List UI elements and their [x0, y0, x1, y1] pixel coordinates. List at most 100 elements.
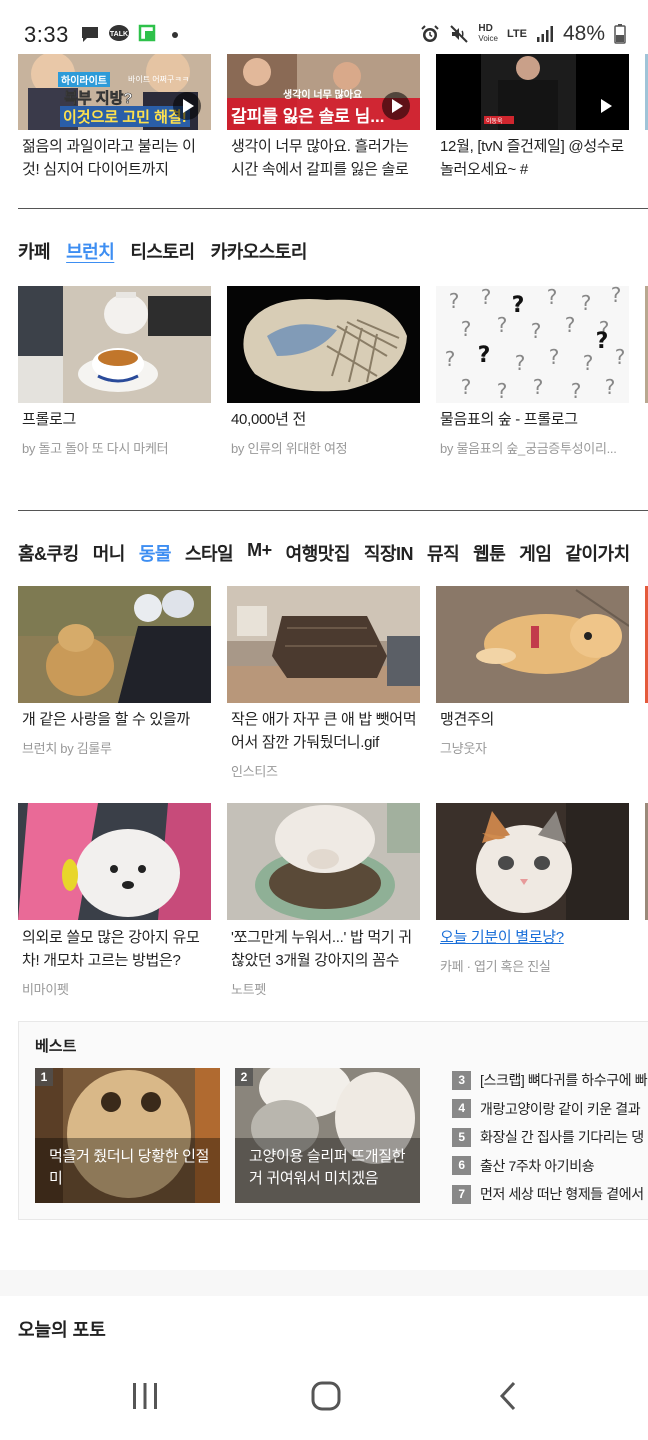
blog-card-3-source: by 물음표의 숲_궁금증투성이리... — [440, 441, 617, 456]
status-bar: 3:33 TALK HD Voice LTE 48% — [0, 0, 648, 54]
alarm-icon — [421, 25, 440, 42]
best-list-item-6[interactable]: 6 출산 7주차 아기비숑 — [452, 1152, 647, 1181]
best-list-item-5[interactable]: 5 화장실 간 집사를 기다리는 댕 — [452, 1123, 647, 1152]
tab-game[interactable]: 게임 — [519, 540, 552, 566]
best-section: 베스트 1 먹을거 줬더니 당황한 인절미 2 고양이용 슬리퍼 뜨개질한거 귀… — [18, 1021, 648, 1220]
svg-text:?: ? — [481, 286, 492, 309]
animal-card-1-image[interactable] — [18, 586, 211, 703]
dog-shadow-image — [18, 586, 211, 703]
tab-tistory[interactable]: 티스토리 — [130, 238, 195, 264]
puppy-bowl-image — [227, 803, 420, 920]
best-card-2-caption: 고양이용 슬리퍼 뜨개질한거 귀여워서 미치겠음 — [249, 1148, 406, 1187]
animal-card-5-title[interactable]: '쪼그만게 누워서...' 밥 먹기 귀찮았던 3개월 강아지의 꼼수 — [231, 926, 417, 972]
section-divider — [18, 208, 648, 209]
animal-card-2-source: 인스티즈 — [231, 764, 278, 779]
video-thumb-2-text1: 생각이 너무 많아요 — [283, 90, 363, 101]
tab-money[interactable]: 머니 — [93, 540, 126, 566]
blog-card-1-source: by 돌고 돌아 또 다시 마케터 — [22, 441, 169, 456]
recent-apps-icon — [133, 1383, 157, 1409]
tab-mplus[interactable]: M+ — [247, 540, 272, 566]
rank-text: 먼저 세상 떠난 형제들 곁에서 — [480, 1186, 644, 1203]
animal-card-1-title[interactable]: 개 같은 사랑을 할 수 있을까 — [22, 708, 208, 731]
tab-together[interactable]: 같이가치 — [565, 540, 630, 566]
best-rank-1: 1 — [35, 1068, 53, 1086]
animal-card-3-title[interactable]: 맹견주의 — [440, 708, 626, 731]
rank-number: 7 — [452, 1184, 471, 1204]
tab-travel-food[interactable]: 여행맛집 — [286, 540, 351, 566]
dog-stroller-image — [18, 803, 211, 920]
animal-card-4-image[interactable] — [18, 803, 211, 920]
video-thumb-3[interactable]: 이동욱 — [436, 54, 629, 130]
artifact-image — [227, 286, 420, 403]
category-tabs: 홈&쿠킹 머니 동물 스타일 M+ 여행맛집 직장IN 뮤직 웹툰 게임 같이가… — [18, 540, 644, 566]
blog-card-3-image[interactable]: ?????? ????? ?????? ????? ??? — [436, 286, 629, 403]
tab-music[interactable]: 뮤직 — [427, 540, 460, 566]
video-title-1[interactable]: 젊음의 과일이라고 불리는 이것! 심지어 다이어트까지 — [22, 135, 210, 181]
video-thumb-2[interactable]: 생각이 너무 많아요 갈피를 잃은 솔로 님... — [227, 54, 420, 130]
tab-webtoon[interactable]: 웹툰 — [473, 540, 506, 566]
play-icon — [382, 92, 410, 120]
blog-card-1-image[interactable] — [18, 286, 211, 403]
kakaotalk-icon: TALK — [109, 25, 129, 41]
video-thumb-1-tag2: 바이트 어쩌구ㅋㅋ — [128, 75, 190, 84]
notification-icons: TALK — [80, 24, 182, 44]
animal-card-6-source: 카페 · 엽기 혹은 진실 — [440, 959, 551, 974]
best-list-item-7[interactable]: 7 먼저 세상 떠난 형제들 곁에서 — [452, 1180, 647, 1209]
animal-card-5-image[interactable] — [227, 803, 420, 920]
play-icon — [591, 92, 619, 120]
svg-text:?: ? — [565, 313, 576, 337]
tab-home-cooking[interactable]: 홈&쿠킹 — [18, 540, 79, 566]
animal-card-3-image[interactable] — [436, 586, 629, 703]
animal-card-2-image[interactable] — [227, 586, 420, 703]
home-icon — [311, 1381, 341, 1411]
tab-kakaostory[interactable]: 카카오스토리 — [211, 238, 308, 264]
home-button[interactable] — [302, 1376, 350, 1416]
voice-label: Voice — [478, 34, 498, 43]
best-list-item-4[interactable]: 4 개랑고양이랑 같이 키운 결과 — [452, 1095, 647, 1124]
video-thumb-1[interactable]: 하이라이트 바이트 어쩌구ㅋㅋ 복부 지방? 이것으로 고민 해결! — [18, 54, 211, 130]
animal-card-1-source: 브런치 by 김룰루 — [22, 741, 112, 756]
tab-work[interactable]: 직장IN — [364, 540, 414, 566]
back-button[interactable] — [484, 1376, 532, 1416]
video-title-2[interactable]: 생각이 너무 많아요. 흘러가는 시간 속에서 갈피를 잃은 솔로 — [231, 135, 417, 181]
tea-image — [18, 286, 211, 403]
lte-label: LTE — [507, 28, 527, 40]
animal-card-5-source: 노트펫 — [231, 982, 266, 997]
status-time: 3:33 — [24, 22, 69, 47]
battery-icon — [614, 24, 626, 44]
signal-icon — [536, 26, 553, 42]
blog-card-2-image[interactable] — [227, 286, 420, 403]
tab-style[interactable]: 스타일 — [185, 540, 234, 566]
animal-card-6-title[interactable]: 오늘 기분이 별로냥? — [440, 926, 626, 949]
recent-apps-button[interactable] — [121, 1376, 169, 1416]
svg-text:?: ? — [549, 345, 560, 369]
animal-card-4-source: 비마이펫 — [22, 982, 69, 997]
back-icon — [499, 1381, 516, 1411]
rank-number: 4 — [452, 1099, 471, 1119]
best-card-1[interactable]: 1 먹을거 줬더니 당황한 인절미 — [35, 1068, 220, 1203]
animal-card-2-title[interactable]: 작은 애가 자꾸 큰 애 밥 뺏어먹어서 잠깐 가둬뒀더니.gif — [231, 708, 417, 754]
blog-card-3-title[interactable]: 물음표의 숲 - 프롤로그 — [440, 408, 578, 431]
hd-label: HD — [478, 23, 493, 34]
video-thumb-1-text1: 복부 지방? — [64, 90, 133, 108]
tab-cafe[interactable]: 카페 — [18, 238, 51, 264]
svg-text:?: ? — [571, 379, 582, 403]
photo-section-title: 오늘의 포토 — [18, 1320, 106, 1340]
svg-text:?: ? — [596, 329, 609, 354]
animal-card-4-title[interactable]: 의외로 쓸모 많은 강아지 유모차! 개모차 고르는 방법은? — [22, 926, 208, 972]
puppy-sleeping-image — [436, 586, 629, 703]
system-icons: HD Voice LTE 48% — [420, 22, 626, 46]
animal-card-6-image[interactable] — [436, 803, 629, 920]
rank-text: 개랑고양이랑 같이 키운 결과 — [480, 1100, 641, 1117]
best-list-item-3[interactable]: 3 [스크랩] 뼈다귀를 하수구에 빠 — [452, 1066, 648, 1095]
android-nav-bar — [0, 1354, 648, 1440]
blog-card-2-title[interactable]: 40,000년 전 — [231, 408, 306, 431]
svg-text:?: ? — [497, 313, 508, 337]
video-title-3[interactable]: 12월, [tvN 즐건제일] @성수로 놀러오세요~ # — [440, 135, 626, 181]
video-thumb-3-text1: 이동욱 — [486, 119, 503, 125]
best-card-2[interactable]: 2 고양이용 슬리퍼 뜨개질한거 귀여워서 미치겠음 — [235, 1068, 420, 1203]
tab-animal[interactable]: 동물 — [139, 540, 172, 566]
blog-card-1-title[interactable]: 프롤로그 — [22, 408, 76, 431]
rank-text: [스크랩] 뼈다귀를 하수구에 빠 — [480, 1072, 648, 1089]
tab-brunch[interactable]: 브런치 — [66, 238, 115, 264]
